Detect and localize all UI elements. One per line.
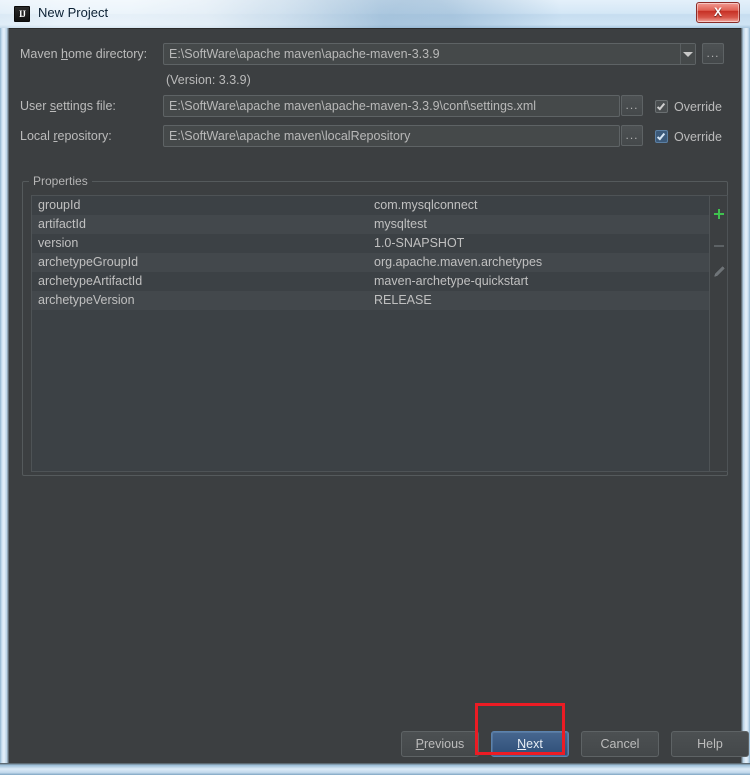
property-key: groupId xyxy=(38,198,81,212)
user-settings-input[interactable]: E:\SoftWare\apache maven\apache-maven-3.… xyxy=(163,95,620,117)
dialog-window: IJ New Project X Maven home directory: E… xyxy=(0,0,750,775)
add-icon[interactable] xyxy=(711,206,727,222)
user-settings-browse-button[interactable]: ... xyxy=(621,95,643,116)
local-repository-input[interactable]: E:\SoftWare\apache maven\localRepository xyxy=(163,125,620,147)
window-border-right xyxy=(741,0,750,775)
remove-icon xyxy=(711,238,727,254)
table-row[interactable]: archetypeVersion RELEASE xyxy=(32,291,709,310)
next-button[interactable]: Next xyxy=(491,731,569,757)
chevron-down-icon[interactable] xyxy=(680,44,695,64)
maven-home-label: Maven home directory: xyxy=(20,47,148,61)
maven-version-note: (Version: 3.3.9) xyxy=(166,73,251,87)
user-settings-override-label: Override xyxy=(674,100,722,114)
property-key: version xyxy=(38,236,79,250)
local-repository-override-checkbox[interactable]: Override xyxy=(655,128,722,146)
property-key: archetypeArtifactId xyxy=(38,274,143,288)
table-row[interactable]: archetypeArtifactId maven-archetype-quick… xyxy=(32,272,709,291)
property-key: archetypeGroupId xyxy=(38,255,139,269)
property-value: org.apache.maven.archetypes xyxy=(374,255,543,269)
property-value: maven-archetype-quickstart xyxy=(374,274,529,288)
properties-group-title: Properties xyxy=(29,174,92,188)
help-button[interactable]: Help xyxy=(671,731,749,757)
user-settings-label: User settings file: xyxy=(20,99,116,113)
table-row[interactable]: groupId com.mysqlconnect xyxy=(32,196,709,215)
previous-button[interactable]: Previous xyxy=(401,731,479,757)
property-value: 1.0-SNAPSHOT xyxy=(374,236,465,250)
table-row[interactable]: version 1.0-SNAPSHOT xyxy=(32,234,709,253)
property-value: mysqltest xyxy=(374,217,427,231)
window-border-bottom xyxy=(0,763,750,775)
property-value: com.mysqlconnect xyxy=(374,198,478,212)
intellij-idea-icon: IJ xyxy=(14,6,30,22)
user-settings-override-checkbox[interactable]: Override xyxy=(655,98,722,116)
checkmark-icon xyxy=(655,130,668,143)
property-key: archetypeVersion xyxy=(38,293,135,307)
table-row[interactable]: archetypeGroupId org.apache.maven.archety… xyxy=(32,253,709,272)
property-key: artifactId xyxy=(38,217,86,231)
local-repository-override-label: Override xyxy=(674,130,722,144)
table-row[interactable]: artifactId mysqltest xyxy=(32,215,709,234)
maven-home-browse-button[interactable]: ... xyxy=(702,43,724,64)
title-bar[interactable]: IJ New Project X xyxy=(0,0,750,28)
maven-home-input[interactable]: E:\SoftWare\apache maven\apache-maven-3.… xyxy=(163,43,696,65)
properties-table[interactable]: groupId com.mysqlconnect artifactId mysqlt… xyxy=(31,195,710,472)
property-value: RELEASE xyxy=(374,293,432,307)
local-repository-label: Local repository: xyxy=(20,129,112,143)
cancel-button[interactable]: Cancel xyxy=(581,731,659,757)
local-repository-browse-button[interactable]: ... xyxy=(621,125,643,146)
dialog-content: Maven home directory: E:\SoftWare\apache… xyxy=(9,28,749,763)
close-icon[interactable]: X xyxy=(696,2,740,23)
title-bar-background xyxy=(0,0,750,28)
window-border-left xyxy=(0,0,9,775)
window-title: New Project xyxy=(38,5,109,20)
properties-toolbar xyxy=(710,195,728,472)
checkmark-icon xyxy=(655,100,668,113)
edit-pencil-icon xyxy=(711,264,727,280)
